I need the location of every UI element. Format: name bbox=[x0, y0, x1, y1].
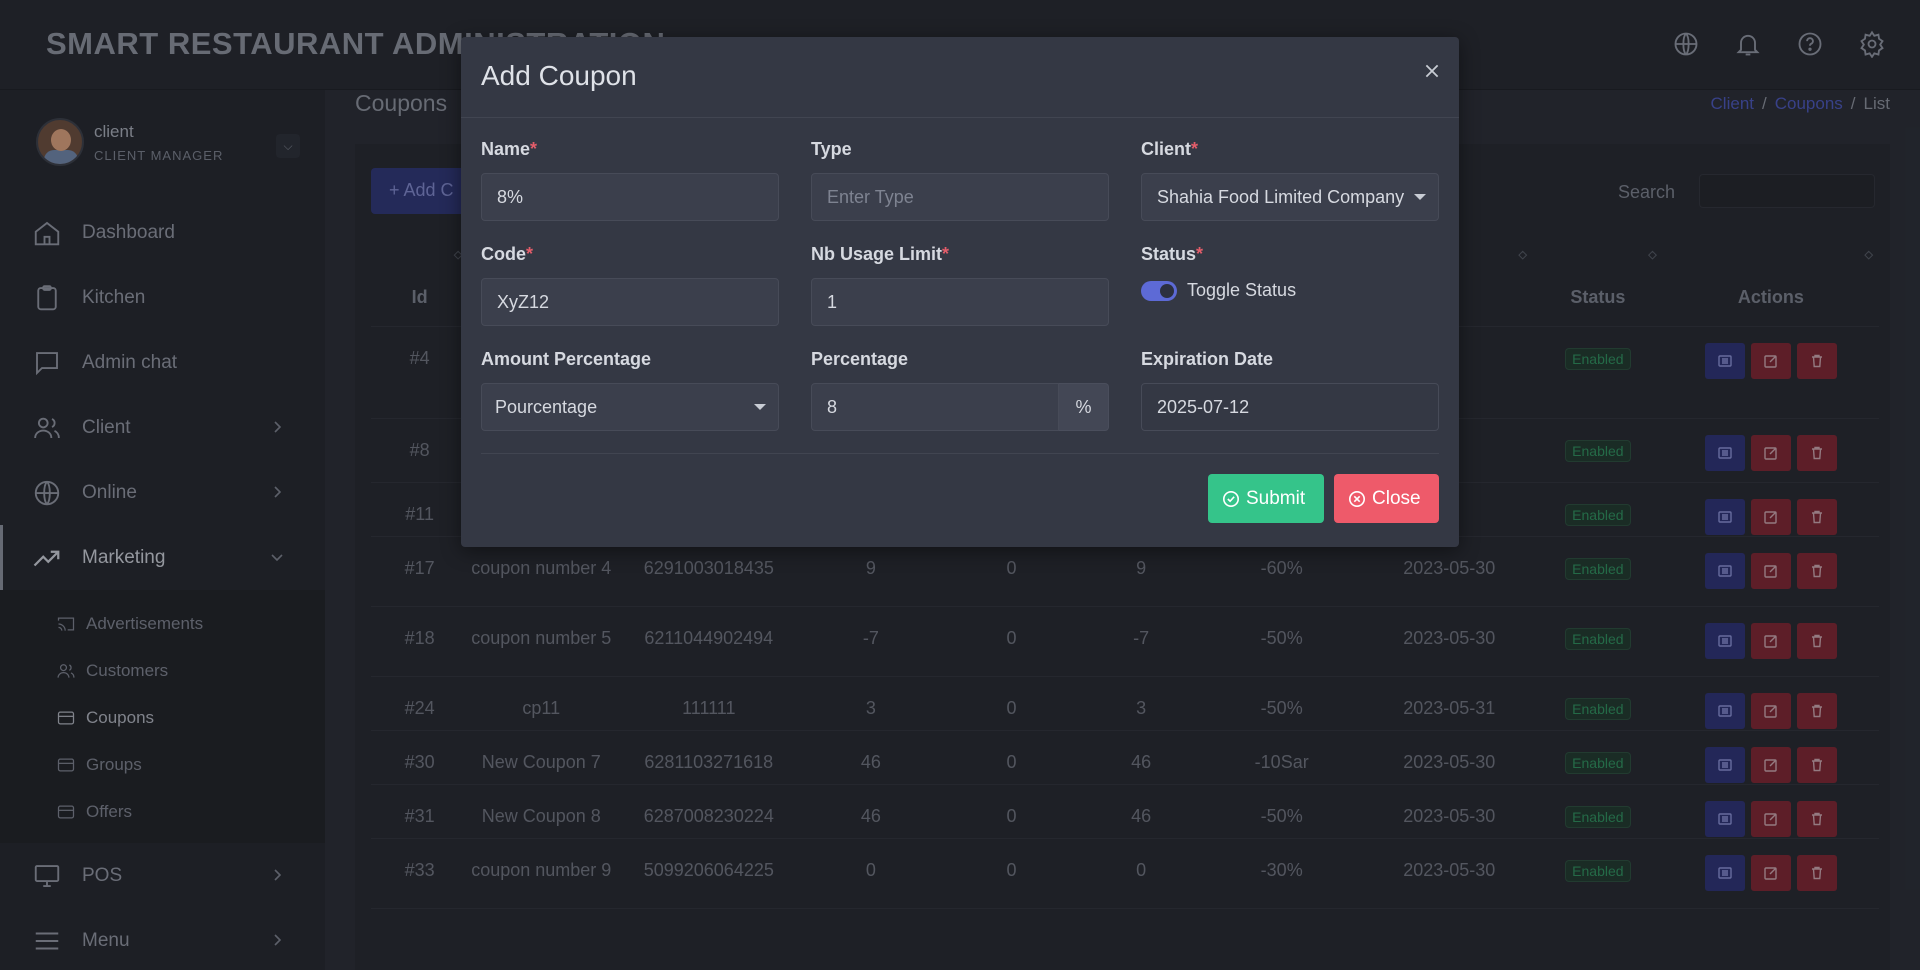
expiration-date-input[interactable]: 2025-07-12 bbox=[1141, 383, 1439, 431]
name-label: Name* bbox=[481, 139, 538, 159]
name-field-group: Name* 8% bbox=[481, 139, 779, 221]
type-field-group: Type Enter Type bbox=[811, 139, 1109, 221]
expiration-field-group: Expiration Date 2025-07-12 bbox=[1141, 349, 1439, 431]
client-select[interactable]: Shahia Food Limited Company bbox=[1141, 173, 1439, 221]
code-label: Code* bbox=[481, 244, 534, 264]
type-label: Type bbox=[811, 139, 852, 159]
usage-limit-field-group: Nb Usage Limit* 1 bbox=[811, 244, 1109, 326]
status-toggle-row: Toggle Status bbox=[1141, 280, 1439, 301]
percentage-input[interactable]: 8 bbox=[811, 383, 1059, 431]
add-coupon-modal: Add Coupon Name* 8% Type Enter Type Clie… bbox=[461, 37, 1459, 547]
percentage-field-group: Percentage 8 % bbox=[811, 349, 1109, 431]
status-field-group: Status* Toggle Status bbox=[1141, 244, 1439, 301]
caret-down-icon bbox=[1414, 194, 1426, 200]
submit-button[interactable]: Submit bbox=[1208, 474, 1324, 523]
toggle-status-label[interactable]: Toggle Status bbox=[1187, 280, 1296, 301]
caret-down-icon bbox=[754, 404, 766, 410]
usage-limit-input[interactable]: 1 bbox=[811, 278, 1109, 326]
amount-percentage-field-group: Amount Percentage Pourcentage bbox=[481, 349, 779, 431]
percent-addon: % bbox=[1059, 383, 1109, 431]
code-field-group: Code* XyZ12 bbox=[481, 244, 779, 326]
close-icon[interactable] bbox=[1423, 62, 1441, 80]
status-label: Status* bbox=[1141, 244, 1204, 264]
check-circle-icon bbox=[1222, 490, 1240, 507]
percentage-label: Percentage bbox=[811, 349, 909, 369]
name-input[interactable]: 8% bbox=[481, 173, 779, 221]
amount-percentage-label: Amount Percentage bbox=[481, 349, 652, 369]
modal-footer: Submit Close bbox=[481, 453, 1439, 523]
client-label: Client* bbox=[1141, 139, 1199, 159]
expiration-label: Expiration Date bbox=[1141, 349, 1274, 369]
close-button[interactable]: Close bbox=[1334, 474, 1439, 523]
code-input[interactable]: XyZ12 bbox=[481, 278, 779, 326]
modal-header: Add Coupon bbox=[461, 37, 1459, 118]
type-input[interactable]: Enter Type bbox=[811, 173, 1109, 221]
usage-limit-label: Nb Usage Limit* bbox=[811, 244, 950, 264]
submit-label: Submit bbox=[1246, 487, 1306, 509]
percentage-input-group: 8 % bbox=[811, 383, 1109, 431]
close-label: Close bbox=[1372, 487, 1421, 509]
status-toggle[interactable] bbox=[1141, 280, 1177, 301]
amount-percentage-select[interactable]: Pourcentage bbox=[481, 383, 779, 431]
client-field-group: Client* Shahia Food Limited Company bbox=[1141, 139, 1439, 221]
modal-title: Add Coupon bbox=[481, 60, 637, 91]
x-circle-icon bbox=[1348, 490, 1366, 507]
